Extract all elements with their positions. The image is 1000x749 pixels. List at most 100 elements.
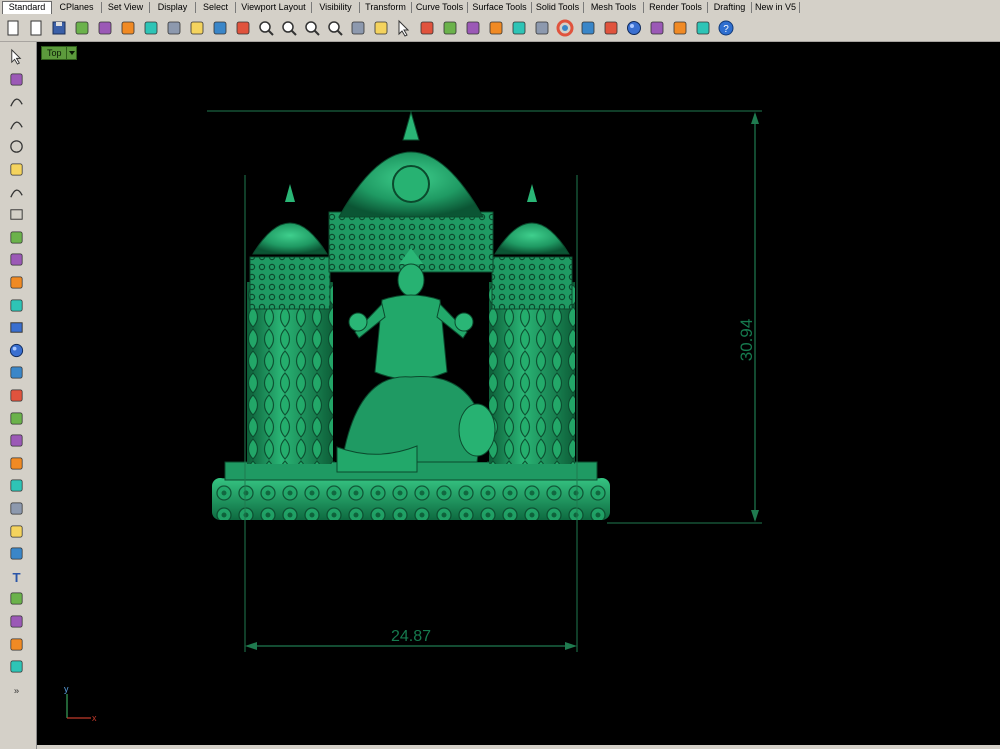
tab-viewport-layout[interactable]: Viewport Layout [236,2,312,13]
gear-icon[interactable] [671,19,689,37]
snap-icon[interactable] [8,613,25,630]
sphere-icon[interactable] [625,19,643,37]
left-dome-finial [285,184,295,202]
analyze-icon[interactable] [8,455,25,472]
extrude-icon[interactable] [8,297,25,314]
tab-solid-tools[interactable]: Solid Tools [532,2,584,13]
circle-icon[interactable] [8,138,25,155]
render-icon[interactable] [579,19,597,37]
cylinder-icon[interactable] [8,364,25,381]
options-icon[interactable] [648,19,666,37]
tab-render-tools[interactable]: Render Tools [644,2,708,13]
print-icon[interactable] [73,19,91,37]
lock-object-icon[interactable] [510,19,528,37]
properties-icon[interactable] [8,636,25,653]
material-icon[interactable] [602,19,620,37]
copy-icon[interactable] [142,19,160,37]
viewport-title: Top [47,48,62,58]
new-file-icon[interactable] [4,19,22,37]
tab-transform[interactable]: Transform [360,2,412,13]
viewports-icon[interactable] [372,19,390,37]
save-icon[interactable] [50,19,68,37]
zoom-icon[interactable] [257,19,275,37]
blend-icon[interactable] [8,523,25,540]
lock-icon[interactable] [441,19,459,37]
tab-drafting[interactable]: Drafting [708,2,752,13]
tab-standard[interactable]: Standard [2,1,52,14]
fillet-icon[interactable] [8,251,25,268]
undo-icon[interactable] [188,19,206,37]
main-left-toolbar: T» [0,42,37,749]
text-icon[interactable]: T [8,568,25,585]
show-icon[interactable] [464,19,482,37]
tab-curve-tools[interactable]: Curve Tools [412,2,468,13]
svg-text:?: ? [723,24,729,35]
tab-new-in-v5[interactable]: New in V5 [752,2,800,13]
help-icon[interactable]: ? [717,19,735,37]
right-dome [494,222,570,255]
zoom-extents-icon[interactable] [303,19,321,37]
horizontal-dim-arrow-right [565,642,577,650]
temple-model[interactable] [212,110,610,520]
explode-icon[interactable] [8,410,25,427]
tab-mesh-tools[interactable]: Mesh Tools [584,2,644,13]
vertical-dim-arrow-bottom [751,510,759,522]
tab-select[interactable]: Select [196,2,236,13]
layer-icon[interactable] [533,19,551,37]
right-capital-carving [492,257,572,309]
ellipse-icon[interactable] [8,161,25,178]
zoom-window-icon[interactable] [280,19,298,37]
viewport-menu-arrow-icon[interactable] [66,47,76,59]
boolean-icon[interactable] [8,477,25,494]
paste-icon[interactable] [165,19,183,37]
horizontal-dimension-value: 24.87 [391,628,431,645]
vertical-dim-arrow-top [751,112,759,124]
edit-surface-icon[interactable] [8,387,25,404]
tab-surface-tools[interactable]: Surface Tools [468,2,532,13]
color-icon[interactable] [556,19,574,37]
import-icon[interactable] [96,19,114,37]
more-icon[interactable]: » [8,681,25,698]
solid-icon[interactable] [8,658,25,675]
tab-set-view[interactable]: Set View [102,2,150,13]
viewport-title-tab[interactable]: Top [41,46,77,60]
rectangle-icon[interactable] [8,206,25,223]
hide-icon[interactable] [418,19,436,37]
pan-icon[interactable] [211,19,229,37]
left-capital-carving [250,257,330,309]
polygon-icon[interactable] [8,229,25,246]
top-viewport[interactable]: 30.94 24.87 y x Top [37,42,1000,745]
world-axes-icon: y x [64,684,97,723]
box-icon[interactable] [8,319,25,336]
sphere-icon[interactable] [8,342,25,359]
open-file-icon[interactable] [27,19,45,37]
grid-snap-icon[interactable] [694,19,712,37]
left-dome [252,222,328,255]
viewport-canvas: 30.94 24.87 y x [64,110,762,723]
axis-y-label: y [64,684,69,694]
svg-text:T: T [12,570,20,585]
tab-cplanes[interactable]: CPlanes [52,2,102,13]
rotate-camera-icon[interactable] [349,19,367,37]
polyline-icon[interactable] [8,93,25,110]
select-icon[interactable] [395,19,413,37]
select-arrow-icon[interactable] [8,48,25,65]
dimension-icon[interactable] [8,545,25,562]
curve-icon[interactable] [8,116,25,133]
cut-icon[interactable] [119,19,137,37]
point-icon[interactable] [8,71,25,88]
central-dome-finial [402,110,420,141]
base-rosette-carving [212,478,610,520]
tab-visibility[interactable]: Visibility [312,2,360,13]
surface-icon[interactable] [8,274,25,291]
arc-icon[interactable] [8,184,25,201]
array-icon[interactable] [8,590,25,607]
rotate-view-icon[interactable] [234,19,252,37]
light-icon[interactable] [487,19,505,37]
tab-display[interactable]: Display [150,2,196,13]
zoom-selected-icon[interactable] [326,19,344,37]
transform-icon[interactable] [8,432,25,449]
central-dome-rosette [392,165,430,203]
svg-text:»: » [14,685,19,696]
group-icon[interactable] [8,500,25,517]
